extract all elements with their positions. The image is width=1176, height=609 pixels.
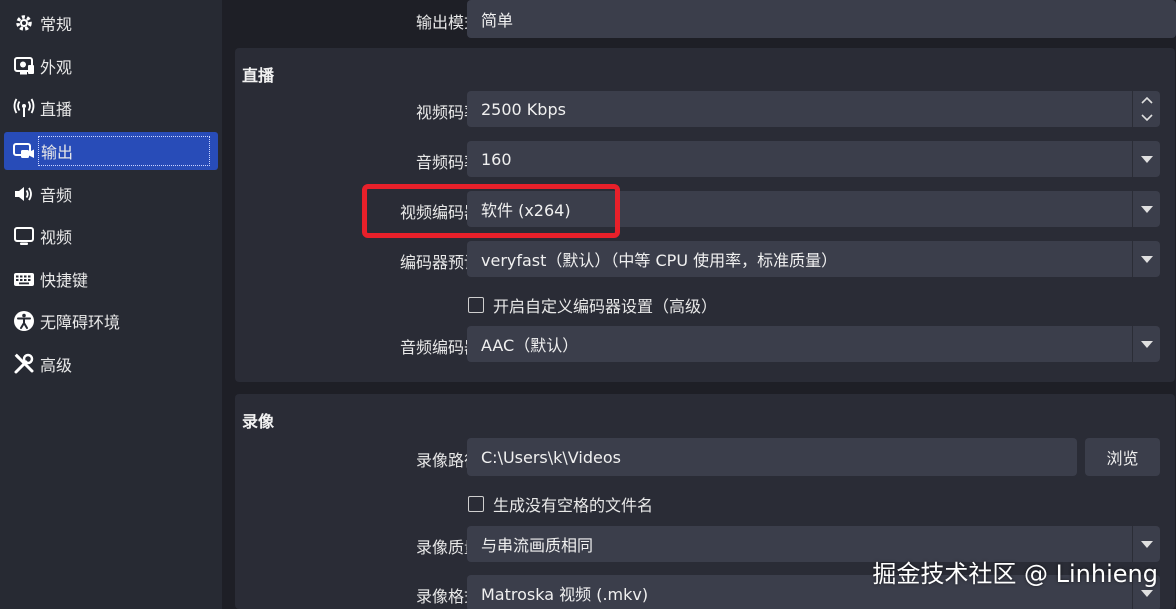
no-space-filename-checkbox[interactable]: 生成没有空格的文件名: [468, 492, 653, 516]
chevron-up-icon[interactable]: [1133, 91, 1160, 109]
sidebar-item-general[interactable]: 常规: [4, 4, 218, 42]
output-settings-panel: 输出模式 简单 直播 视频码率 2500 Kbps 音频码率 160 视频编码器…: [222, 0, 1176, 609]
encoder-preset-value: veryfast（默认）（中等 CPU 使用率，标准质量）: [481, 251, 838, 270]
streaming-section-title: 直播: [242, 66, 275, 85]
recording-format-value: Matroska 视频 (.mkv): [481, 585, 649, 604]
sidebar-item-label: 高级: [40, 356, 73, 375]
appearance-icon: [12, 54, 36, 78]
browse-button[interactable]: 浏览: [1085, 438, 1160, 476]
gear-icon: [12, 11, 36, 35]
keyboard-icon: [12, 267, 36, 291]
output-mode-value: 简单: [481, 11, 514, 30]
watermark-text: 掘金技术社区 @ Linhieng: [872, 560, 1158, 588]
dropdown-arrow-icon[interactable]: [1132, 241, 1160, 277]
audio-bitrate-select[interactable]: 160: [467, 141, 1160, 177]
no-space-filename-checkbox-label: 生成没有空格的文件名: [493, 496, 654, 515]
sidebar-item-hotkeys[interactable]: 快捷键: [4, 260, 218, 298]
video-bitrate-spinner[interactable]: [1132, 91, 1160, 127]
encoder-preset-select[interactable]: veryfast（默认）（中等 CPU 使用率，标准质量）: [467, 241, 1160, 277]
sidebar-item-label: 常规: [40, 15, 73, 34]
sidebar-item-label: 快捷键: [40, 271, 89, 290]
sidebar-item-label: 外观: [40, 58, 73, 77]
monitor-icon: [12, 224, 36, 248]
sidebar-item-output[interactable]: 输出: [4, 132, 218, 170]
audio-encoder-value: AAC（默认）: [481, 336, 579, 355]
recording-path-input[interactable]: C:\Users\k\Videos: [467, 438, 1077, 476]
dropdown-arrow-icon[interactable]: [1132, 141, 1160, 177]
audio-bitrate-value: 160: [481, 149, 512, 169]
tools-icon: [12, 352, 36, 376]
sidebar-item-label: 无障碍环境: [40, 313, 121, 332]
output-mode-select[interactable]: 简单: [467, 0, 1176, 38]
sidebar-item-label: 视频: [40, 228, 73, 247]
dropdown-arrow-icon[interactable]: [1132, 191, 1160, 227]
sidebar-item-label: 输出: [38, 136, 211, 166]
settings-sidebar: 常规 外观 直播 输出 音频 视频 快捷键 无障碍环境 高级: [0, 0, 222, 609]
custom-encoder-checkbox[interactable]: 开启自定义编码器设置（高级）: [468, 293, 717, 317]
sidebar-item-advanced[interactable]: 高级: [4, 345, 218, 383]
video-encoder-value: 软件 (x264): [481, 201, 571, 220]
output-icon: [12, 139, 36, 163]
recording-quality-value: 与串流画质相同: [481, 536, 594, 555]
accessibility-icon: [12, 309, 36, 333]
audio-encoder-select[interactable]: AAC（默认）: [467, 326, 1160, 362]
sidebar-item-stream[interactable]: 直播: [4, 89, 218, 127]
video-bitrate-input[interactable]: 2500 Kbps: [467, 91, 1160, 127]
sidebar-item-audio[interactable]: 音频: [4, 175, 218, 213]
sidebar-item-label: 音频: [40, 186, 73, 205]
obs-settings-window: 常规 外观 直播 输出 音频 视频 快捷键 无障碍环境 高级 输出模式 简单 直…: [0, 0, 1176, 609]
sidebar-item-appearance[interactable]: 外观: [4, 47, 218, 85]
video-bitrate-value: 2500 Kbps: [481, 99, 566, 119]
broadcast-icon: [12, 96, 36, 120]
checkbox-box[interactable]: [468, 297, 484, 313]
sidebar-item-accessibility[interactable]: 无障碍环境: [4, 302, 218, 340]
dropdown-arrow-icon[interactable]: [1132, 326, 1160, 362]
recording-section-title: 录像: [242, 412, 275, 431]
checkbox-box[interactable]: [468, 496, 484, 512]
speaker-icon: [12, 182, 36, 206]
chevron-down-icon[interactable]: [1133, 109, 1160, 127]
sidebar-item-video[interactable]: 视频: [4, 217, 218, 255]
video-encoder-select[interactable]: 软件 (x264): [467, 191, 1160, 227]
sidebar-item-label: 直播: [40, 100, 73, 119]
custom-encoder-checkbox-label: 开启自定义编码器设置（高级）: [493, 297, 718, 316]
recording-path-value: C:\Users\k\Videos: [481, 447, 621, 467]
